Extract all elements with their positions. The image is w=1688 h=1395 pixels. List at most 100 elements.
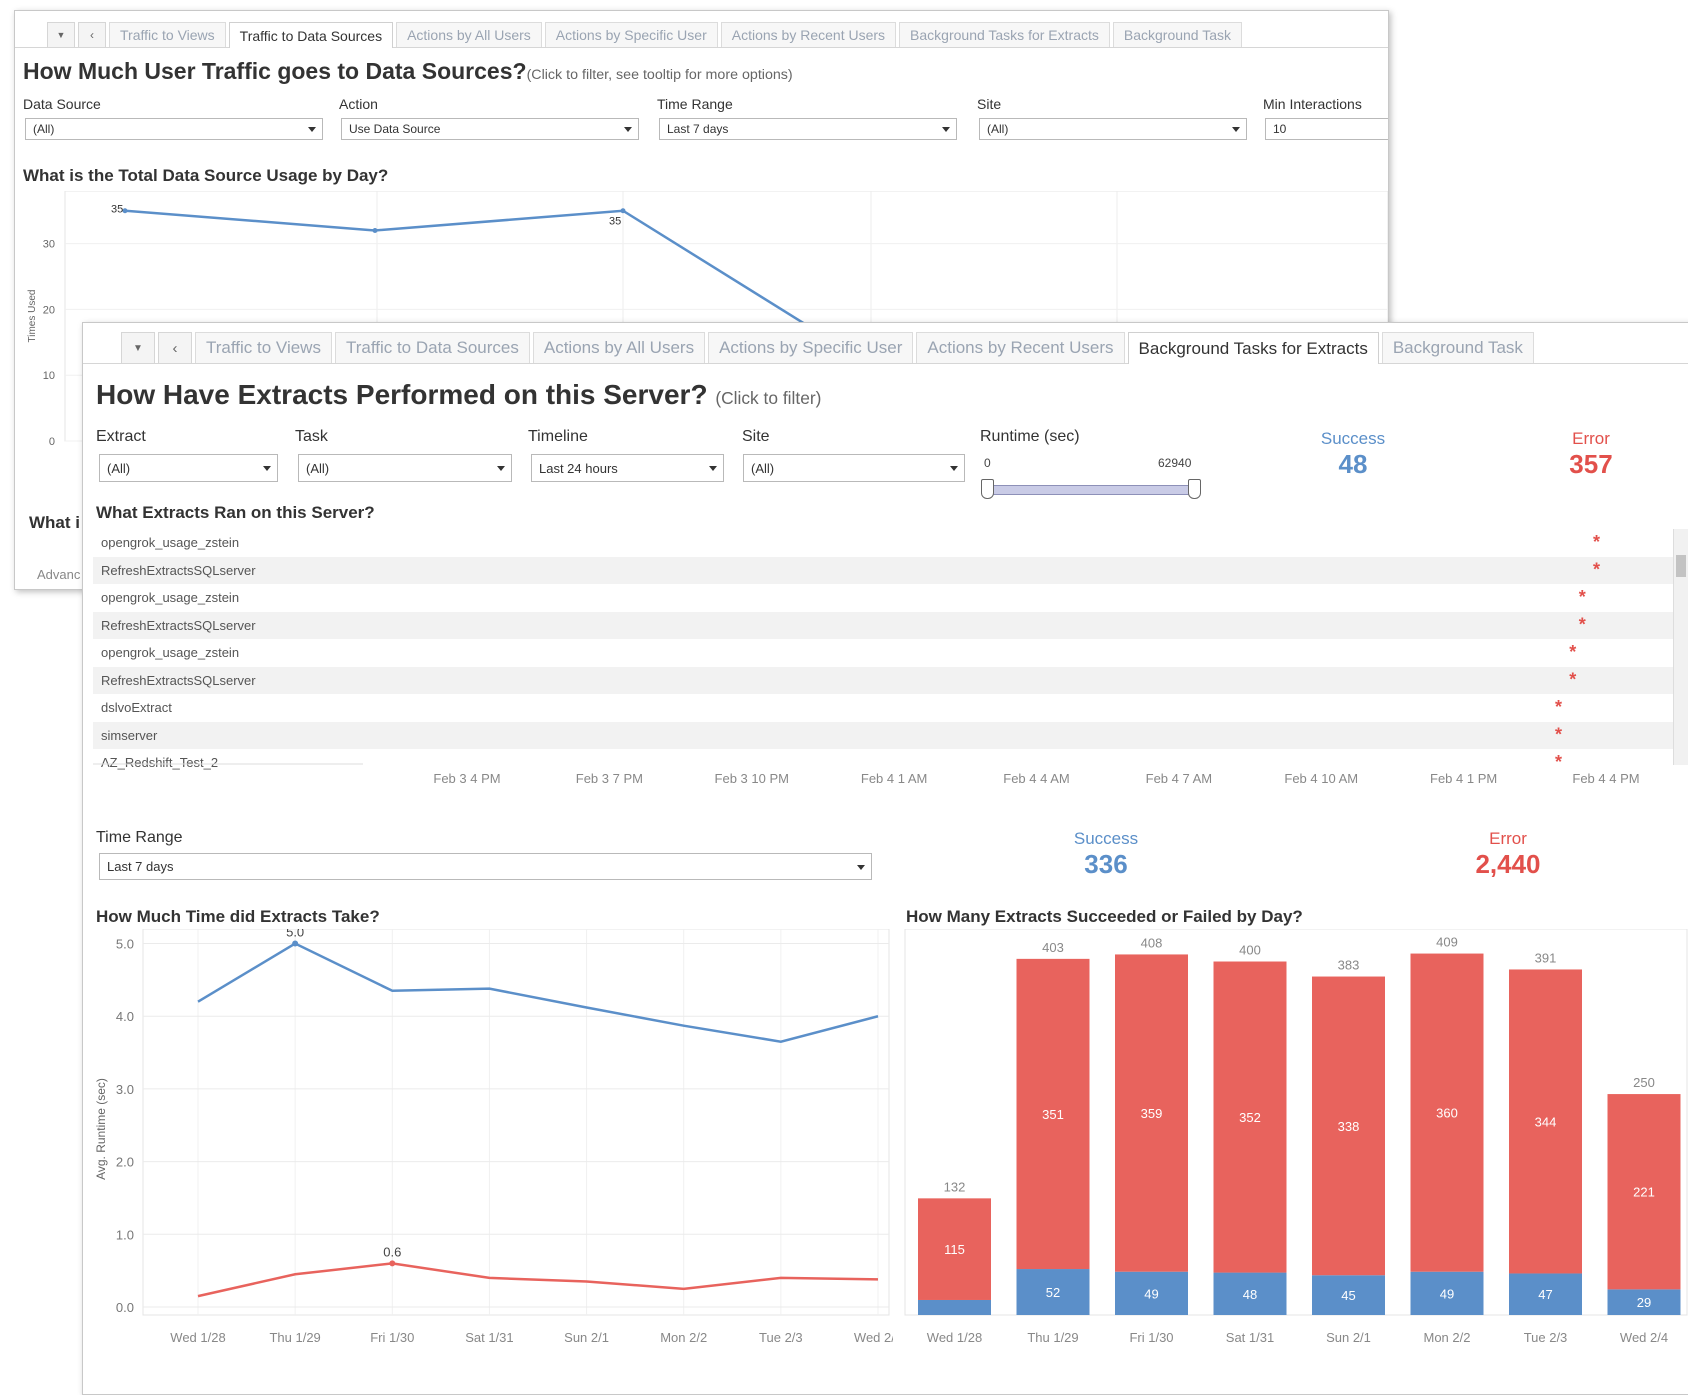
x-tick-label: Wed 1/28 <box>170 1330 225 1345</box>
data-label: 35 <box>609 216 621 228</box>
tab-actions-by-specific-user[interactable]: Actions by Specific User <box>708 332 914 363</box>
time-range-dropdown[interactable]: Last 7 days <box>99 853 872 880</box>
filter-label-action: Action <box>339 96 378 112</box>
bar-error-label: 360 <box>1436 1106 1458 1121</box>
tab-traffic-to-data-sources[interactable]: Traffic to Data Sources <box>334 332 530 363</box>
runtime-range-slider[interactable] <box>988 485 1197 495</box>
caret-down-icon <box>263 466 271 471</box>
caret-down-icon <box>709 466 717 471</box>
y-tick-label: 5.0 <box>116 937 134 952</box>
dropdown-value: Last 7 days <box>667 122 729 136</box>
bar-total-label: 408 <box>1141 935 1163 950</box>
x-tick-label: Feb 4 1 PM <box>1430 771 1497 786</box>
kpi-success-24h[interactable]: Success 48 <box>1293 429 1413 480</box>
plot-area <box>142 929 890 1316</box>
tab-background-tasks[interactable]: Background Task <box>1381 332 1534 363</box>
bar-total-label: 409 <box>1436 935 1458 950</box>
kpi-success-7d[interactable]: Success 336 <box>1046 829 1166 880</box>
bar-success-label: 48 <box>1243 1287 1257 1302</box>
gantt-error-mark: * <box>1569 670 1576 690</box>
x-tick-label: Fri 1/30 <box>370 1330 414 1345</box>
x-tick-label: Sat 1/31 <box>465 1330 513 1345</box>
y-tick-label: 0 <box>49 436 55 448</box>
runtime-slider-handle-min[interactable] <box>981 479 994 499</box>
kpi-label: Error <box>1572 429 1610 448</box>
tab-background-tasks-for-extracts[interactable]: Background Tasks for Extracts <box>899 22 1110 47</box>
site-dropdown[interactable]: (All) <box>743 454 965 482</box>
x-tick-label: Feb 4 4 PM <box>1572 771 1639 786</box>
kpi-value: 336 <box>1084 849 1128 879</box>
section-title-usage: What is the Total Data Source Usage by D… <box>23 166 389 185</box>
tab-background-tasks[interactable]: Background Task <box>1112 22 1243 47</box>
bar-total-label: 400 <box>1239 943 1261 958</box>
data-label: 5.0 <box>286 929 304 940</box>
caret-down-icon <box>308 127 316 132</box>
tab-scroll-left-button[interactable]: ‹ <box>78 22 106 47</box>
tab-menu-button[interactable]: ▼ <box>121 332 155 363</box>
caret-down-icon <box>497 466 505 471</box>
tab-actions-by-recent-users[interactable]: Actions by Recent Users <box>720 22 897 47</box>
x-tick-label: Wed 2/4 <box>854 1330 893 1345</box>
tab-menu-button[interactable]: ▼ <box>47 22 75 47</box>
page-title-text: How Have Extracts Performed on this Serv… <box>96 379 708 410</box>
gantt-error-mark: * <box>1593 560 1600 580</box>
filter-label-timeline: Timeline <box>528 428 588 445</box>
kpi-error-7d[interactable]: Error 2,440 <box>1438 829 1578 880</box>
caret-down-icon <box>950 466 958 471</box>
runtime-line-chart[interactable]: 0.0 1.0 2.0 3.0 4.0 5.0 Avg. Runtime (sec) Wed … <box>83 929 893 1394</box>
dropdown-value: Last 24 hours <box>539 460 618 476</box>
bar-total-label: 391 <box>1535 950 1557 965</box>
caret-down-icon <box>942 127 950 132</box>
task-dropdown[interactable]: (All) <box>298 454 512 482</box>
filter-label-data-source: Data Source <box>23 96 101 112</box>
x-tick-label: Tue 2/3 <box>1524 1330 1568 1345</box>
action-dropdown[interactable]: Use Data Source <box>341 118 639 140</box>
timeline-dropdown[interactable]: Last 24 hours <box>531 454 724 482</box>
tab-actions-by-specific-user[interactable]: Actions by Specific User <box>544 22 718 47</box>
tab-background-tasks-for-extracts[interactable]: Background Tasks for Extracts <box>1127 332 1379 364</box>
chevron-left-icon: ‹ <box>172 339 178 357</box>
tab-traffic-to-views[interactable]: Traffic to Views <box>109 22 226 47</box>
footer-link[interactable]: Advanc <box>37 567 80 582</box>
tab-traffic-to-data-sources[interactable]: Traffic to Data Sources <box>228 22 394 48</box>
min-interactions-input[interactable]: 10 <box>1265 118 1388 140</box>
y-tick-label: 2.0 <box>116 1155 134 1170</box>
caret-down-icon <box>857 864 865 870</box>
gantt-marks: ********* <box>1555 532 1600 772</box>
bar-total-label: 132 <box>944 1179 966 1194</box>
y-tick-label: 3.0 <box>116 1082 134 1097</box>
data-point <box>620 208 626 214</box>
dropdown-value: Use Data Source <box>349 122 441 136</box>
x-tick-label: Mon 2/2 <box>1424 1330 1471 1345</box>
extracts-gantt-chart[interactable]: opengrok_usage_zstein RefreshExtractsSQLs… <box>83 529 1688 774</box>
y-tick-label: 4.0 <box>116 1009 134 1024</box>
filter-label-time-range: Time Range <box>96 829 183 846</box>
bar-success-label: 47 <box>1538 1287 1552 1302</box>
time-range-dropdown[interactable]: Last 7 days <box>659 118 957 140</box>
kpi-label: Success <box>1073 829 1139 848</box>
kpi-error-24h[interactable]: Error 357 <box>1531 429 1651 480</box>
filter-label-runtime: Runtime (sec) <box>980 428 1080 445</box>
data-label: 35 <box>111 204 123 216</box>
x-tick-label: Sat 1/31 <box>1226 1330 1274 1345</box>
extract-dropdown[interactable]: (All) <box>99 454 278 482</box>
gantt-error-mark: * <box>1555 725 1562 745</box>
y-tick-label: 10 <box>43 370 55 382</box>
tab-actions-by-all-users[interactable]: Actions by All Users <box>396 22 542 47</box>
bar-total-label: 250 <box>1633 1075 1655 1090</box>
runtime-slider-handle-max[interactable] <box>1188 479 1201 499</box>
x-tick-label: Thu 1/29 <box>269 1330 320 1345</box>
x-tick-label: Feb 3 10 PM <box>715 771 789 786</box>
data-source-dropdown[interactable]: (All) <box>25 118 323 140</box>
x-tick-label: Feb 4 7 AM <box>1146 771 1212 786</box>
success-error-bar-chart[interactable]: 17115132Wed 1/2852351403Thu 1/2949359408… <box>901 929 1688 1394</box>
tab-actions-by-recent-users[interactable]: Actions by Recent Users <box>916 332 1125 363</box>
kpi-value: 357 <box>1569 449 1613 479</box>
caret-down-icon <box>1232 127 1240 132</box>
tab-traffic-to-views[interactable]: Traffic to Views <box>195 332 332 363</box>
site-dropdown[interactable]: (All) <box>979 118 1247 140</box>
tab-actions-by-all-users[interactable]: Actions by All Users <box>532 332 706 363</box>
bar-error-label: 338 <box>1338 1119 1360 1134</box>
tab-scroll-left-button[interactable]: ‹ <box>158 332 192 363</box>
page-title: How Much User Traffic goes to Data Sourc… <box>23 58 793 85</box>
